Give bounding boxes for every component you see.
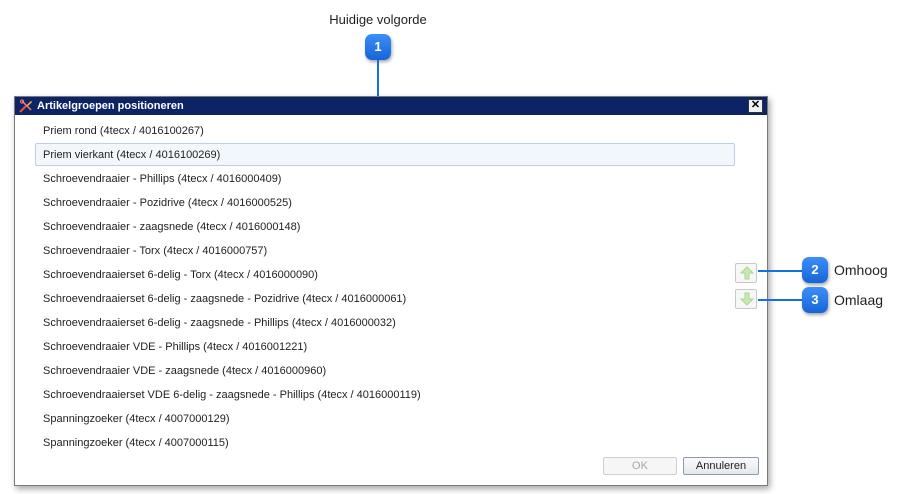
- list-item[interactable]: Schroevendraaier - Pozidrive (4tecx / 40…: [35, 191, 735, 214]
- dialog-titlebar: Artikelgroepen positioneren ✕: [15, 97, 767, 115]
- list-item[interactable]: Priem vierkant (4tecx / 4016100269): [35, 143, 735, 166]
- move-down-button[interactable]: [735, 289, 757, 309]
- list-item[interactable]: Schroevendraaierset VDE 6-delig - zaagsn…: [35, 383, 735, 406]
- dialog-title: Artikelgroepen positioneren: [37, 100, 184, 112]
- list-item[interactable]: Schroevendraaier VDE - Phillips (4tecx /…: [35, 335, 735, 358]
- list-item[interactable]: Schroevendraaier VDE - zaagsnede (4tecx …: [35, 359, 735, 382]
- callout-badge-1: 1: [365, 34, 391, 60]
- move-up-button[interactable]: [735, 263, 757, 283]
- list-item[interactable]: Spanningzoeker (4tecx / 4007000115): [35, 431, 735, 454]
- callout-connector-3: [758, 299, 802, 301]
- ok-button[interactable]: OK: [603, 457, 677, 475]
- list-item[interactable]: Schroevendraaierset 6-delig - zaagsnede …: [35, 287, 735, 310]
- list-item[interactable]: Schroevendraaier - Phillips (4tecx / 401…: [35, 167, 735, 190]
- callout-badge-3: 3: [802, 287, 828, 313]
- close-icon: ✕: [750, 99, 761, 111]
- list-item[interactable]: Spanningzoeker (4tecx / 4007000129): [35, 407, 735, 430]
- reorder-dialog: Artikelgroepen positioneren ✕ Priem rond…: [14, 96, 768, 486]
- list-item[interactable]: Schroevendraaierset 6-delig - zaagsnede …: [35, 311, 735, 334]
- tools-icon: [19, 99, 33, 113]
- callout-move-down-label: Omlaag: [834, 292, 884, 308]
- callout-badge-2: 2: [802, 257, 828, 283]
- list-item[interactable]: Schroevendraaier - zaagsnede (4tecx / 40…: [35, 215, 735, 238]
- list-item[interactable]: Schroevendraaier - Torx (4tecx / 4016000…: [35, 239, 735, 262]
- list-item[interactable]: Schroevendraaierset 6-delig - Torx (4tec…: [35, 263, 735, 286]
- cancel-button[interactable]: Annuleren: [683, 457, 759, 475]
- article-group-list[interactable]: Priem rond (4tecx / 4016100267) Priem vie…: [35, 119, 735, 455]
- close-button[interactable]: ✕: [748, 99, 763, 113]
- callout-connector-2: [758, 270, 802, 272]
- callout-current-order-label: Huidige volgorde: [329, 12, 427, 27]
- list-item[interactable]: Priem rond (4tecx / 4016100267): [35, 119, 735, 142]
- callout-move-up-label: Omhoog: [834, 262, 888, 278]
